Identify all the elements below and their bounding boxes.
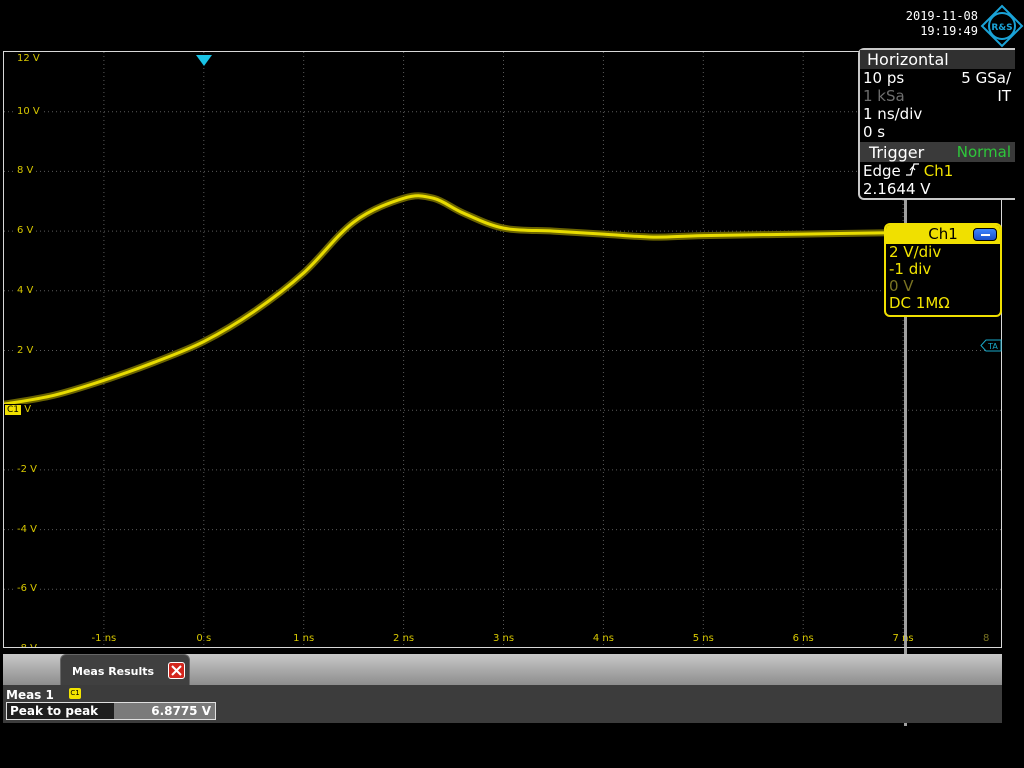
- channel-1-ground-marker[interactable]: C1: [5, 405, 22, 416]
- sample-rate-value: 5 GSa/: [961, 69, 1011, 87]
- waveform-trace-glow: [4, 192, 907, 408]
- x-tick-label: 0 s: [196, 633, 212, 644]
- y-tick-label: 10 V: [16, 105, 41, 118]
- x-tick-label: 3 ns: [492, 633, 515, 644]
- channel-1-title[interactable]: Ch1: [886, 225, 1000, 244]
- rising-edge-icon: [905, 163, 919, 176]
- graticule-grid: [4, 52, 1001, 647]
- x-tick-label: 6 ns: [792, 633, 814, 644]
- date-text: 2019-11-08: [905, 9, 978, 23]
- datetime-display: 2019-11-08 19:19:49: [906, 9, 978, 39]
- y-tick-label: -6 V: [16, 583, 38, 596]
- y-tick-label: 12 V: [16, 53, 41, 65]
- x-tick-label: 2 ns: [393, 633, 415, 644]
- y-tick-label: -4 V: [16, 523, 38, 536]
- channel-1-panel[interactable]: Ch1 2 V/div -1 div 0 V DC 1MΩ: [884, 223, 1002, 317]
- y-tick-label: 8 V: [16, 165, 35, 178]
- y-tick-label: 6 V: [16, 225, 35, 238]
- y-tick-unit: V: [21, 404, 32, 416]
- logo-text: R&S: [991, 23, 1012, 33]
- acq-mode-value: IT: [997, 87, 1011, 105]
- time-scale-value: 1 ns/div: [863, 105, 923, 123]
- channel-offset: 0 V: [889, 277, 914, 295]
- meas-name: Meas 1: [6, 688, 54, 702]
- close-results-button[interactable]: [168, 662, 185, 679]
- record-length-value: 1 kSa: [863, 87, 905, 105]
- trigger-type: Edge: [863, 162, 901, 180]
- minus-icon: [981, 234, 990, 236]
- meas-results-tab[interactable]: Meas Results: [60, 654, 190, 685]
- trigger-header[interactable]: Trigger Normal: [860, 142, 1015, 162]
- time-text: 19:19:49: [920, 24, 978, 38]
- channel-coupling: DC 1MΩ: [889, 294, 950, 312]
- trigger-level: 2.1644 V: [863, 180, 931, 198]
- y-tick-label: 2 V: [16, 344, 35, 357]
- trigger-title: Trigger: [869, 143, 925, 162]
- x-tick-label: 1 ns: [293, 633, 315, 644]
- x-tick-label: 5 ns: [692, 633, 714, 644]
- y-tick-label: 4 V: [16, 284, 35, 297]
- waveform-display[interactable]: 12 V 10 V 8 V 6 V 4 V 2 V C1 V -2 V -4 V -6 V -8 V…: [3, 51, 1002, 648]
- channel-offset-div: -1 div: [889, 260, 932, 278]
- y-tick-label: -8 V: [16, 643, 38, 647]
- trigger-source: Ch1: [923, 162, 954, 180]
- x-tick-label: -1 ns: [91, 633, 117, 644]
- y-tick-label: -2 V: [16, 463, 38, 476]
- waveform-trace: [4, 194, 905, 406]
- y-tick-label: C1 V: [4, 404, 33, 417]
- channel-scale: 2 V/div: [889, 243, 942, 261]
- rs-logo-icon: R&S: [980, 4, 1024, 48]
- close-icon: [171, 665, 182, 676]
- resolution-value: 10 ps: [863, 69, 905, 87]
- x-tick-label: 4 ns: [592, 633, 614, 644]
- trigger-position-icon[interactable]: [195, 54, 213, 67]
- horizontal-trigger-panel[interactable]: Horizontal 10 ps 5 GSa/ 1 kSa IT 1 ns/di…: [858, 48, 1015, 200]
- minimize-button[interactable]: [973, 228, 997, 241]
- meas-results-panel: Meas 1 C1 Peak to peak 6.8775 V: [3, 685, 1002, 723]
- channel-1-title-text: Ch1: [928, 225, 958, 243]
- ta-label: TA: [987, 342, 998, 351]
- meas-value: 6.8775 V: [114, 703, 215, 719]
- meas-results-tab-label: Meas Results: [72, 665, 155, 678]
- horizontal-title[interactable]: Horizontal: [860, 50, 1015, 69]
- trigger-level-marker[interactable]: TA: [980, 339, 1002, 352]
- meas-result-row[interactable]: Peak to peak 6.8775 V: [6, 702, 216, 720]
- meas-parameter: Peak to peak: [7, 703, 114, 719]
- trigger-mode: Normal: [956, 143, 1011, 161]
- x-tick-label: 8 ns: [983, 633, 995, 647]
- meas-source-chip: C1: [69, 688, 81, 699]
- time-position-value: 0 s: [863, 123, 886, 141]
